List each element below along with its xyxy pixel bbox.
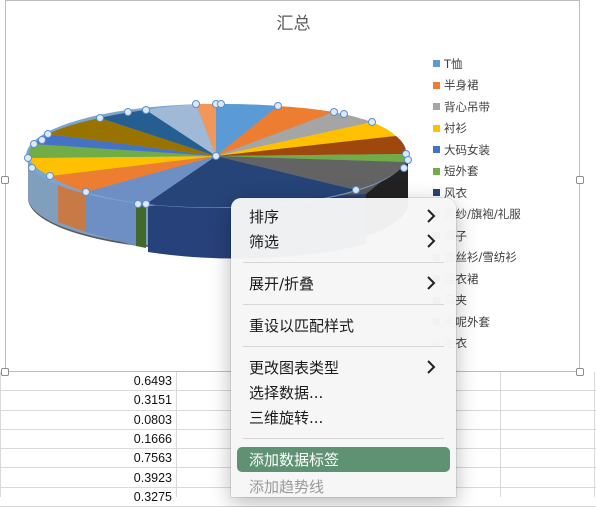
resize-handle[interactable] xyxy=(1,176,9,184)
resize-handle[interactable] xyxy=(576,176,584,184)
chevron-right-icon xyxy=(427,360,436,374)
legend-swatch xyxy=(433,81,440,89)
menu-separator xyxy=(243,346,444,347)
legend-item[interactable]: 短外套 xyxy=(433,161,521,183)
legend-label: 背心吊带 xyxy=(444,99,490,114)
chevron-right-icon xyxy=(427,276,436,290)
menu-item-sort[interactable]: 排序 xyxy=(237,204,450,229)
chevron-right-icon xyxy=(427,234,436,248)
menu-separator xyxy=(243,262,444,263)
legend-swatch xyxy=(433,60,440,68)
menu-item-label: 筛选 xyxy=(249,233,280,251)
cell-value[interactable]: 0.3151 xyxy=(100,391,172,410)
cell-value[interactable]: 0.1666 xyxy=(100,430,172,449)
legend-swatch xyxy=(433,103,440,111)
legend-swatch xyxy=(433,189,440,197)
menu-item-reset-to-match-style[interactable]: 重设以匹配样式 xyxy=(237,313,450,338)
legend-item[interactable]: T恤 xyxy=(433,53,521,75)
legend-label: T恤 xyxy=(444,56,463,71)
legend-swatch xyxy=(433,124,440,132)
menu-item-add-trendline[interactable]: 添加趋势线 xyxy=(237,474,450,499)
legend-swatch xyxy=(433,146,440,154)
chevron-right-icon xyxy=(427,209,436,223)
menu-separator xyxy=(243,438,444,439)
menu-item-add-data-labels[interactable]: 添加数据标签 xyxy=(237,447,450,472)
menu-separator xyxy=(243,304,444,305)
menu-item-label: 三维旋转... xyxy=(249,409,324,427)
menu-item-label: 展开/折叠 xyxy=(249,275,315,293)
menu-item-label: 添加趋势线 xyxy=(249,478,325,496)
cell-value[interactable]: 0.6493 xyxy=(100,372,172,391)
legend-label: 大码女装 xyxy=(444,142,490,157)
menu-item-label: 重设以匹配样式 xyxy=(249,317,355,335)
menu-item-select-data[interactable]: 选择数据... xyxy=(237,380,450,405)
menu-item-filter[interactable]: 筛选 xyxy=(237,229,450,254)
menu-item-label: 添加数据标签 xyxy=(249,451,340,469)
legend-label: 短外套 xyxy=(444,164,479,179)
cell-value[interactable]: 0.3275 xyxy=(100,488,172,507)
legend-item[interactable]: 大码女装 xyxy=(433,139,521,161)
resize-handle[interactable] xyxy=(1,368,9,376)
resize-handle[interactable] xyxy=(576,368,584,376)
context-menu[interactable]: 排序 筛选 展开/折叠 重设以匹配样式 更改图表类型 选择数据... 三维旋转.… xyxy=(231,198,456,497)
menu-item-3d-rotation[interactable]: 三维旋转... xyxy=(237,405,450,430)
menu-item-expand-collapse[interactable]: 展开/折叠 xyxy=(237,271,450,296)
legend-item[interactable]: 背心吊带 xyxy=(433,96,521,118)
menu-item-change-chart-type[interactable]: 更改图表类型 xyxy=(237,355,450,380)
legend-item[interactable]: 半身裙 xyxy=(433,75,521,97)
legend-label: 衬衫 xyxy=(444,121,467,136)
menu-item-label: 排序 xyxy=(249,208,280,226)
menu-item-label: 更改图表类型 xyxy=(249,359,340,377)
cell-value[interactable]: 0.0803 xyxy=(100,411,172,430)
cell-value[interactable]: 0.3923 xyxy=(100,469,172,488)
chart-title[interactable]: 汇总 xyxy=(6,9,581,34)
legend-item[interactable]: 衬衫 xyxy=(433,118,521,140)
cell-value[interactable]: 0.7563 xyxy=(100,449,172,468)
legend-swatch xyxy=(433,167,440,175)
menu-item-label: 选择数据... xyxy=(249,384,324,402)
legend-label: 半身裙 xyxy=(444,78,479,93)
